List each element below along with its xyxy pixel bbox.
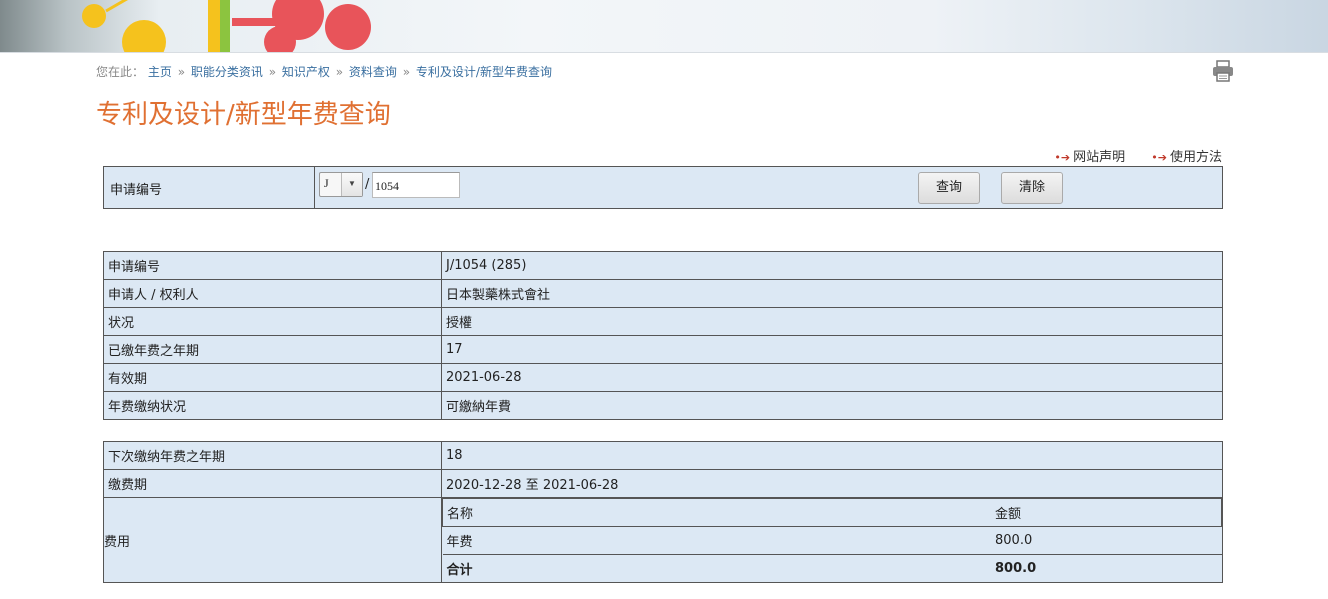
fee-total-row: 合计 800.0 — [442, 554, 1222, 582]
chevron-down-icon[interactable]: ▼ — [341, 173, 362, 196]
breadcrumb-functional-info[interactable]: 职能分类资讯 — [191, 65, 263, 79]
table-row: 已缴年费之年期 17 — [103, 335, 1223, 364]
breadcrumb-current[interactable]: 专利及设计/新型年费查询 — [416, 65, 552, 79]
table-row: 费用 名称 金额 年费 800.0 合计 800.0 — [103, 497, 1223, 583]
table-row: 申请人 / 权利人 日本製藥株式會社 — [103, 279, 1223, 308]
table-row: 状况 授權 — [103, 307, 1223, 336]
site-notice-link[interactable]: •➔ 网站声明 — [1054, 150, 1125, 165]
search-form: 申请编号 J ▼ / 1054 查询 清除 — [103, 166, 1223, 209]
clear-button[interactable]: 清除 — [1001, 172, 1063, 204]
record-table: 申请编号 J/1054 (285) 申请人 / 权利人 日本製藥株式會社 状况 授權 … — [103, 251, 1223, 420]
breadcrumb-data-query[interactable]: 资料查询 — [349, 65, 397, 79]
breadcrumb: 您在此： 主页 » 职能分类资讯 » 知识产权 » 资料查询 » 专利及设计/新… — [96, 65, 552, 79]
print-icon[interactable] — [1212, 60, 1234, 82]
fees-label: 费用 — [103, 497, 442, 583]
fees-table: 名称 金额 年费 800.0 合计 800.0 — [442, 498, 1222, 582]
payment-table: 下次缴纳年费之年期 18 缴费期 2020-12-28 至 2021-06-28 费… — [103, 441, 1223, 583]
arrow-right-icon: •➔ — [1054, 151, 1071, 164]
breadcrumb-ip[interactable]: 知识产权 — [282, 65, 330, 79]
header-banner — [0, 0, 1328, 53]
arrow-right-icon: •➔ — [1151, 151, 1167, 164]
page-title: 专利及设计/新型年费查询 — [96, 100, 391, 130]
application-number-input[interactable]: 1054 — [372, 172, 460, 198]
breadcrumb-prefix: 您在此： — [96, 65, 145, 79]
query-button[interactable]: 查询 — [918, 172, 980, 204]
search-label: 申请编号 — [110, 183, 163, 198]
table-row: 申请编号 J/1054 (285) — [103, 251, 1223, 280]
table-row: 缴费期 2020-12-28 至 2021-06-28 — [103, 469, 1223, 498]
table-row: 下次缴纳年费之年期 18 — [103, 441, 1223, 470]
fee-row: 年费 800.0 — [442, 526, 1222, 555]
top-links: •➔ 网站声明 •➔ 使用方法 — [1032, 146, 1222, 165]
table-row: 年费缴纳状况 可繳納年費 — [103, 391, 1223, 420]
table-row: 有效期 2021-06-28 — [103, 363, 1223, 392]
prefix-select[interactable]: J ▼ — [319, 172, 363, 197]
usage-link[interactable]: •➔ 使用方法 — [1151, 150, 1222, 165]
breadcrumb-home[interactable]: 主页 — [148, 65, 172, 79]
